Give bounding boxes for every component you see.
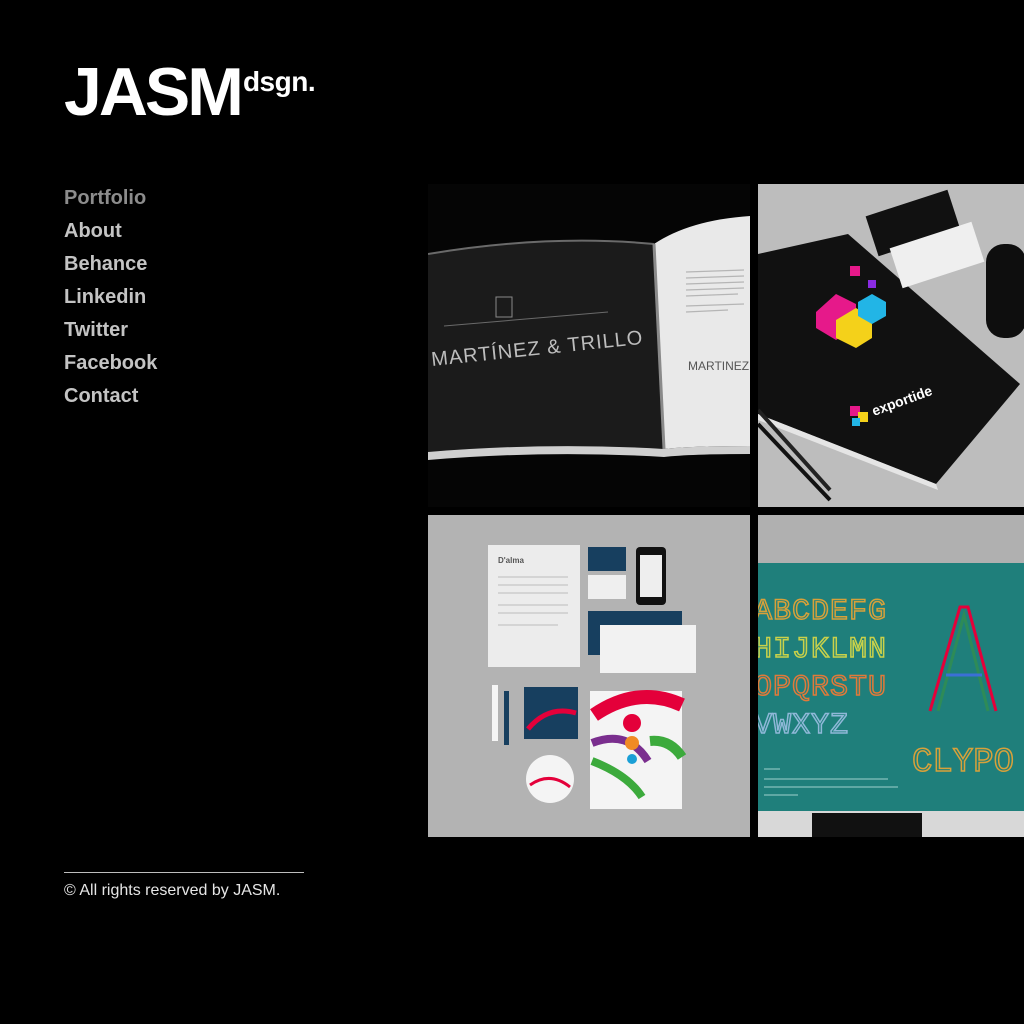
logo-superscript: dsgn. xyxy=(242,66,316,97)
poster-word: CLYPO xyxy=(912,744,1014,782)
portfolio-tile-clypo[interactable]: ABCDEFG HIJKLMN OPQRSTU VWXYZ CLYPO xyxy=(758,515,1024,837)
footer-copyright: © All rights reserved by JASM. xyxy=(64,882,281,899)
nav-item-behance[interactable]: Behance xyxy=(64,248,157,281)
letterhead-brand: D'alma xyxy=(498,556,524,565)
dalma-mockup-image: D'alma xyxy=(428,515,750,837)
nav-item-portfolio[interactable]: Portfolio xyxy=(64,182,157,215)
site-logo[interactable]: JASMdsgn. xyxy=(64,58,316,126)
poster-letters-row3: OPQRSTU xyxy=(758,671,887,705)
main-nav: Portfolio About Behance Linkedin Twitter… xyxy=(64,182,157,413)
footer-divider xyxy=(64,872,304,873)
nav-item-contact[interactable]: Contact xyxy=(64,380,157,413)
nav-item-twitter[interactable]: Twitter xyxy=(64,314,157,347)
stationery-mockup-image: exportide xyxy=(758,184,1024,507)
poster-letters-row4: VWXYZ xyxy=(758,709,849,743)
poster-letters-row2: HIJKLMN xyxy=(758,633,887,667)
portfolio-tile-exportide[interactable]: exportide xyxy=(758,184,1024,507)
logo-main-text: JASM xyxy=(64,54,244,130)
portfolio-tile-martinez-trillo[interactable]: MARTÍNEZ & TRILLO MARTINEZ xyxy=(428,184,750,507)
nav-item-about[interactable]: About xyxy=(64,215,157,248)
poster-letters-row1: ABCDEFG xyxy=(758,595,887,629)
nav-item-linkedin[interactable]: Linkedin xyxy=(64,281,157,314)
nav-item-facebook[interactable]: Facebook xyxy=(64,347,157,380)
portfolio-tile-dalma[interactable]: D'alma xyxy=(428,515,750,837)
clypo-poster-image: ABCDEFG HIJKLMN OPQRSTU VWXYZ CLYPO xyxy=(758,515,1024,837)
book-mockup-image: MARTÍNEZ & TRILLO MARTINEZ xyxy=(428,184,750,507)
book-right-page-caption: MARTINEZ xyxy=(688,359,749,373)
